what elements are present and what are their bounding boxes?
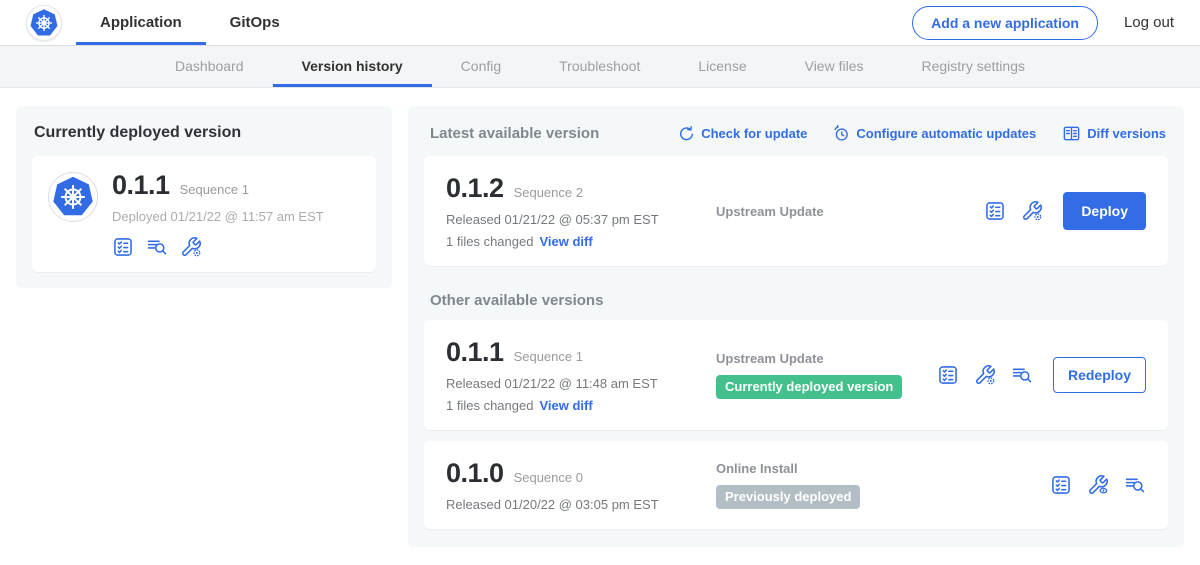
subnav-label: Version history xyxy=(302,58,403,74)
check-for-update-label: Check for update xyxy=(701,126,807,141)
logout-link[interactable]: Log out xyxy=(1124,14,1174,31)
top-tabs: Application GitOps xyxy=(76,0,304,45)
deployed-version-card: 0.1.1 Sequence 1 Deployed 01/21/22 @ 11:… xyxy=(32,156,376,272)
view-diff-link[interactable]: View diff xyxy=(539,234,592,249)
refresh-icon xyxy=(678,125,695,142)
logs-icon[interactable] xyxy=(146,236,168,258)
release-notes-icon[interactable] xyxy=(112,236,134,258)
logs-icon[interactable] xyxy=(1124,474,1146,496)
diff-versions-link[interactable]: Diff versions xyxy=(1062,124,1166,143)
diff-icon xyxy=(1062,124,1081,143)
currently-deployed-title: Currently deployed version xyxy=(34,124,376,142)
version-number: 0.1.1 xyxy=(446,337,504,368)
files-changed-label: 1 files changed xyxy=(446,234,533,249)
version-card-0-1-1: 0.1.1 Sequence 1 Released 01/21/22 @ 11:… xyxy=(424,320,1168,430)
view-config-icon[interactable] xyxy=(1087,474,1109,496)
app-icon xyxy=(48,172,98,222)
other-versions-title: Other available versions xyxy=(430,292,1168,309)
kubernetes-logo xyxy=(26,5,62,41)
version-source: Upstream Update xyxy=(716,351,937,366)
main-content: Currently deployed version 0.1.1 Sequenc… xyxy=(0,88,1200,565)
tab-application[interactable]: Application xyxy=(76,0,206,45)
view-diff-link[interactable]: View diff xyxy=(539,398,592,413)
subnav-label: License xyxy=(698,58,746,74)
subnav-item-view-files[interactable]: View files xyxy=(776,46,893,87)
tab-application-label: Application xyxy=(100,14,182,31)
redeploy-button[interactable]: Redeploy xyxy=(1053,357,1146,393)
version-actions: Check for update Configure automatic upd… xyxy=(678,124,1166,143)
config-icon[interactable] xyxy=(974,364,996,386)
config-icon[interactable] xyxy=(1021,200,1043,222)
released-timestamp: Released 01/20/22 @ 03:05 pm EST xyxy=(446,497,698,512)
configure-automatic-updates-label: Configure automatic updates xyxy=(856,126,1036,141)
version-card-0-1-0: 0.1.0 Sequence 0 Released 01/20/22 @ 03:… xyxy=(424,441,1168,529)
subnav-item-config[interactable]: Config xyxy=(432,46,530,87)
subnav-label: Config xyxy=(461,58,501,74)
subnav-label: View files xyxy=(805,58,864,74)
files-changed-label: 1 files changed xyxy=(446,398,533,413)
currently-deployed-badge: Currently deployed version xyxy=(716,375,902,399)
version-sequence: Sequence 1 xyxy=(514,349,583,364)
version-card-0-1-2: 0.1.2 Sequence 2 Released 01/21/22 @ 05:… xyxy=(424,156,1168,266)
release-notes-icon[interactable] xyxy=(937,364,959,386)
add-new-application-button[interactable]: Add a new application xyxy=(912,6,1098,40)
config-icon[interactable] xyxy=(180,236,202,258)
subnav-item-version-history[interactable]: Version history xyxy=(273,46,432,87)
version-sequence: Sequence 2 xyxy=(514,185,583,200)
deploy-button[interactable]: Deploy xyxy=(1063,192,1146,230)
release-notes-icon[interactable] xyxy=(1050,474,1072,496)
logs-icon[interactable] xyxy=(1011,364,1033,386)
deployed-timestamp: Deployed 01/21/22 @ 11:57 am EST xyxy=(112,209,324,224)
tab-gitops[interactable]: GitOps xyxy=(206,0,304,45)
subnav-item-registry-settings[interactable]: Registry settings xyxy=(893,46,1054,87)
app-subnav: Dashboard Version history Config Trouble… xyxy=(0,46,1200,88)
subnav-label: Dashboard xyxy=(175,58,244,74)
version-source: Online Install xyxy=(716,461,1050,476)
subnav-label: Registry settings xyxy=(922,58,1025,74)
subnav-item-troubleshoot[interactable]: Troubleshoot xyxy=(530,46,669,87)
version-source: Upstream Update xyxy=(716,204,984,219)
subnav-item-license[interactable]: License xyxy=(669,46,775,87)
version-number: 0.1.0 xyxy=(446,458,504,489)
version-sequence: Sequence 0 xyxy=(514,470,583,485)
diff-versions-label: Diff versions xyxy=(1087,126,1166,141)
latest-available-title: Latest available version xyxy=(430,125,599,142)
subnav-label: Troubleshoot xyxy=(559,58,640,74)
previously-deployed-badge: Previously deployed xyxy=(716,485,860,509)
deployed-sequence: Sequence 1 xyxy=(180,182,249,197)
topnav-spacer xyxy=(304,0,912,45)
tab-gitops-label: GitOps xyxy=(230,14,280,31)
version-number: 0.1.2 xyxy=(446,173,504,204)
subnav-item-dashboard[interactable]: Dashboard xyxy=(146,46,273,87)
released-timestamp: Released 01/21/22 @ 11:48 am EST xyxy=(446,376,698,391)
available-versions-panel: Latest available version Check for updat… xyxy=(408,106,1184,547)
currently-deployed-panel: Currently deployed version 0.1.1 Sequenc… xyxy=(16,106,392,288)
configure-automatic-updates-link[interactable]: Configure automatic updates xyxy=(833,125,1036,142)
deployed-version-number: 0.1.1 xyxy=(112,170,170,201)
check-for-update-link[interactable]: Check for update xyxy=(678,125,807,142)
schedule-update-icon xyxy=(833,125,850,142)
release-notes-icon[interactable] xyxy=(984,200,1006,222)
released-timestamp: Released 01/21/22 @ 05:37 pm EST xyxy=(446,212,698,227)
top-navbar: Application GitOps Add a new application… xyxy=(0,0,1200,46)
